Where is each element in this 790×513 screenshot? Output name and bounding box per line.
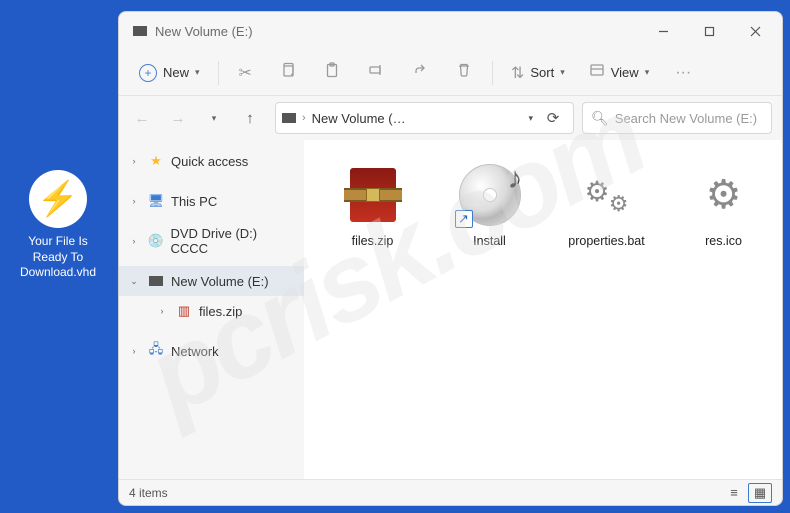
desktop-file-icon[interactable]: ⚡ Your File Is Ready To Download.vhd xyxy=(18,170,98,281)
trash-icon xyxy=(456,62,472,83)
network-icon: 🖧 xyxy=(147,340,165,362)
sidebar-item-quick-access[interactable]: › ★ Quick access xyxy=(119,146,304,176)
chevron-down-icon[interactable]: ▾ xyxy=(528,113,533,124)
icons-view-button[interactable]: ▦ xyxy=(748,483,772,503)
chevron-right-icon[interactable]: › xyxy=(155,306,169,316)
drive-icon xyxy=(282,113,296,123)
sidebar-item-network[interactable]: › 🖧 Network xyxy=(119,336,304,366)
more-icon: ··· xyxy=(675,64,691,82)
sidebar-item-label: DVD Drive (D:) CCCC xyxy=(170,226,296,256)
search-icon: 🔍︎ xyxy=(591,110,609,127)
chevron-down-icon: ▾ xyxy=(195,67,200,78)
refresh-button[interactable]: ⟳ xyxy=(539,101,567,135)
chevron-right-icon[interactable]: › xyxy=(127,236,141,246)
chevron-right-icon[interactable]: › xyxy=(127,196,141,206)
search-input[interactable] xyxy=(615,111,763,126)
titlebar[interactable]: New Volume (E:) xyxy=(119,12,782,50)
drive-icon xyxy=(133,26,147,36)
maximize-button[interactable] xyxy=(686,12,732,50)
chevron-right-icon[interactable]: › xyxy=(127,346,141,356)
cut-icon: ✂ xyxy=(239,63,252,83)
file-content-area[interactable]: files.zip ♪↗ Install ⚙⚙ properties.bat ⚙… xyxy=(304,140,782,479)
minimize-button[interactable] xyxy=(640,12,686,50)
sidebar-item-this-pc[interactable]: › 🖥 This PC xyxy=(119,186,304,216)
file-label: files.zip xyxy=(352,234,394,248)
view-label: View xyxy=(611,65,639,80)
rename-button[interactable] xyxy=(356,56,396,90)
sidebar-item-label: Quick access xyxy=(171,154,248,169)
details-view-button[interactable]: ≡ xyxy=(722,483,746,503)
toolbar: + New ▾ ✂ ⇅ Sort ▾ View ▾ ··· xyxy=(119,50,782,96)
file-label: properties.bat xyxy=(568,234,644,248)
breadcrumb-separator: › xyxy=(302,112,306,124)
chevron-right-icon[interactable]: › xyxy=(127,156,141,166)
separator xyxy=(218,61,219,85)
desktop-file-label: Your File Is Ready To Download.vhd xyxy=(18,234,98,281)
item-count: 4 items xyxy=(129,486,168,500)
separator xyxy=(492,61,493,85)
more-button[interactable]: ··· xyxy=(663,56,703,90)
zip-icon: ▥ xyxy=(175,303,193,319)
copy-button[interactable] xyxy=(268,56,308,90)
share-icon xyxy=(412,62,428,83)
address-bar[interactable]: › New Volume (… ▾ ⟳ xyxy=(275,102,574,134)
file-label: res.ico xyxy=(705,234,742,248)
sort-label: Sort xyxy=(530,65,554,80)
file-explorer-window: New Volume (E:) + New ▾ ✂ ⇅ Sort ▾ View … xyxy=(118,11,783,506)
chevron-down-icon: ▾ xyxy=(560,67,565,78)
new-button[interactable]: + New ▾ xyxy=(129,56,210,90)
new-label: New xyxy=(163,65,189,80)
sort-button[interactable]: ⇅ Sort ▾ xyxy=(501,56,575,90)
ico-file-icon: ⚙ xyxy=(689,160,759,230)
paste-icon xyxy=(324,62,340,83)
sidebar-item-label: New Volume (E:) xyxy=(171,274,269,289)
zip-archive-icon xyxy=(338,160,408,230)
star-icon: ★ xyxy=(147,153,165,169)
copy-icon xyxy=(280,62,296,83)
navbar: ← → ▾ ↑ › New Volume (… ▾ ⟳ 🔍︎ xyxy=(119,96,782,140)
chevron-down-icon[interactable]: ⌄ xyxy=(127,276,141,287)
sidebar-item-new-volume[interactable]: ⌄ New Volume (E:) xyxy=(119,266,304,296)
share-button[interactable] xyxy=(400,56,440,90)
sidebar-item-files-zip[interactable]: › ▥ files.zip xyxy=(119,296,304,326)
plus-icon: + xyxy=(139,64,157,82)
chevron-down-icon: ▾ xyxy=(645,67,650,78)
forward-button[interactable]: → xyxy=(161,101,195,135)
sidebar-item-label: files.zip xyxy=(199,304,242,319)
address-path: New Volume (… xyxy=(312,111,523,126)
search-box[interactable]: 🔍︎ xyxy=(582,102,772,134)
dvd-icon: 💿 xyxy=(147,233,165,249)
up-button[interactable]: ↑ xyxy=(233,101,267,135)
drive-icon xyxy=(147,276,165,286)
file-item-properties-bat[interactable]: ⚙⚙ properties.bat xyxy=(548,154,665,269)
file-item-install[interactable]: ♪↗ Install xyxy=(431,154,548,269)
file-item-files-zip[interactable]: files.zip xyxy=(314,154,431,269)
back-button[interactable]: ← xyxy=(125,101,159,135)
view-button[interactable]: View ▾ xyxy=(579,56,659,90)
sidebar-item-dvd[interactable]: › 💿 DVD Drive (D:) CCCC xyxy=(119,226,304,256)
view-icon xyxy=(589,62,605,83)
paste-button[interactable] xyxy=(312,56,352,90)
sidebar[interactable]: › ★ Quick access › 🖥 This PC › 💿 DVD Drive (D:… xyxy=(119,140,304,479)
sort-icon: ⇅ xyxy=(511,63,524,83)
close-button[interactable] xyxy=(732,12,778,50)
bat-file-icon: ⚙⚙ xyxy=(572,160,642,230)
window-title: New Volume (E:) xyxy=(155,24,640,39)
sidebar-item-label: This PC xyxy=(171,194,217,209)
cut-button[interactable]: ✂ xyxy=(227,56,264,90)
recent-button[interactable]: ▾ xyxy=(197,101,231,135)
status-bar: 4 items ≡ ▦ xyxy=(119,479,782,505)
file-label: Install xyxy=(473,234,506,248)
file-item-res-ico[interactable]: ⚙ res.ico xyxy=(665,154,782,269)
monitor-icon: 🖥 xyxy=(147,193,165,209)
daemon-tools-icon: ⚡ xyxy=(29,170,87,228)
sidebar-item-label: Network xyxy=(171,344,219,359)
rename-icon xyxy=(368,62,384,83)
delete-button[interactable] xyxy=(444,56,484,90)
install-shortcut-icon: ♪↗ xyxy=(455,160,525,230)
